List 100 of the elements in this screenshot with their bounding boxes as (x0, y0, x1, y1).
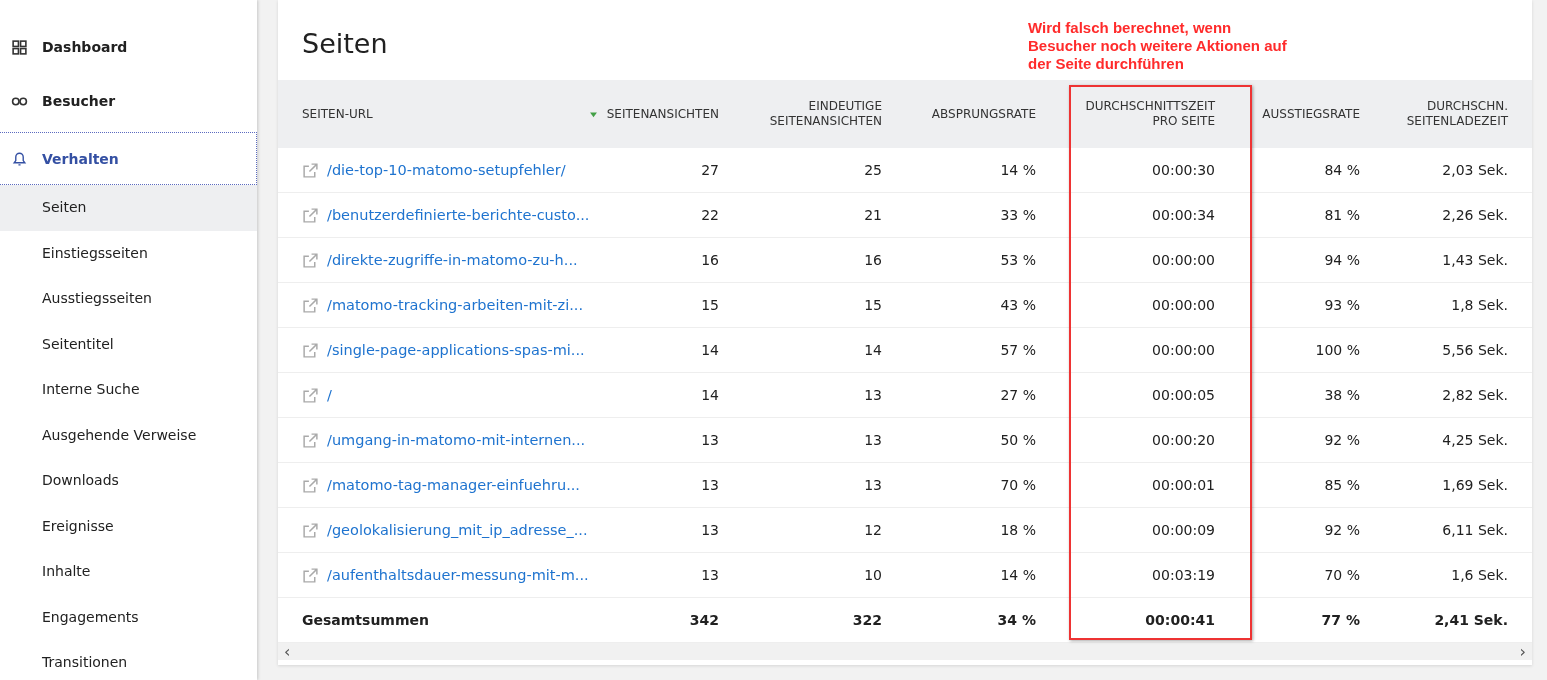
external-link-icon (302, 386, 319, 404)
nav-item[interactable]: Besucher (0, 78, 257, 124)
table-cell: 10 (735, 553, 898, 598)
page-link[interactable]: /umgang-in-matomo-mit-internen... (327, 432, 586, 448)
column-header[interactable]: AUSSTIEGSRATE (1231, 80, 1376, 148)
column-header[interactable]: EINDEUTIGE SEITENANSICHTEN (735, 80, 898, 148)
table-cell: 00:00:30 (1052, 148, 1231, 193)
table-cell: 14 (735, 328, 898, 373)
table-cell: 14 % (898, 553, 1052, 598)
external-link-icon (302, 341, 319, 359)
nav-item[interactable]: Dashboard (0, 24, 257, 70)
page-link[interactable]: /geolokalisierung_mit_ip_adresse_... (327, 522, 588, 538)
column-header[interactable]: SEITENANSICHTEN (590, 80, 735, 148)
table-cell: 6,11 Sek. (1376, 508, 1532, 553)
table-cell: 13 (590, 463, 735, 508)
table-cell: 70 % (1231, 553, 1376, 598)
page-link[interactable]: / (327, 387, 332, 403)
nav-subitem[interactable]: Seiten (0, 185, 257, 231)
bell-icon (11, 150, 28, 167)
external-link-icon (302, 476, 319, 494)
table-cell: 100 % (1231, 328, 1376, 373)
scroll-left-arrow[interactable]: ‹ (284, 643, 291, 660)
table-cell: 00:00:00 (1052, 283, 1231, 328)
nav-subitem[interactable]: Seitentitel (0, 321, 257, 367)
table-cell: 4,25 Sek. (1376, 418, 1532, 463)
grid-icon (11, 38, 28, 56)
table-cell: 43 % (898, 283, 1052, 328)
page-link[interactable]: /matomo-tracking-arbeiten-mit-zi... (327, 297, 584, 313)
table-cell: 16 (590, 238, 735, 283)
page-link[interactable]: /die-top-10-matomo-setupfehler/ (327, 162, 566, 178)
table-cell: 00:00:34 (1052, 193, 1231, 238)
table-cell: 93 % (1231, 283, 1376, 328)
table-cell: 00:00:09 (1052, 508, 1231, 553)
nav-subitem[interactable]: Transitionen (0, 640, 257, 680)
external-link-icon (302, 161, 319, 179)
table-cell: 13 (590, 508, 735, 553)
table-cell: 18 % (898, 508, 1052, 553)
column-header[interactable]: DURCHSCHNITTSZEIT PRO SEITE (1052, 80, 1231, 148)
table-cell: 2,03 Sek. (1376, 148, 1532, 193)
nav-subitem[interactable]: Engagements (0, 594, 257, 640)
nav-subitem[interactable]: Ausstiegsseiten (0, 276, 257, 322)
page-link[interactable]: /matomo-tag-manager-einfuehru... (327, 477, 580, 493)
table-cell: 1,6 Sek. (1376, 553, 1532, 598)
table-cell: 81 % (1231, 193, 1376, 238)
table-cell: 13 (590, 553, 735, 598)
table-cell: 27 % (898, 373, 1052, 418)
table-cell: 25 (735, 148, 898, 193)
table-cell: 92 % (1231, 508, 1376, 553)
table-cell: 16 (735, 238, 898, 283)
table-cell: 94 % (1231, 238, 1376, 283)
column-header[interactable]: DURCHSCHN. SEITENLADEZEIT (1376, 80, 1532, 148)
external-link-icon (302, 296, 319, 314)
table-cell: 84 % (1231, 148, 1376, 193)
horizontal-scrollbar[interactable]: ‹ › (278, 643, 1532, 660)
nav-subitem[interactable]: Interne Suche (0, 367, 257, 413)
column-header[interactable]: ABSPRUNGSRATE (898, 80, 1052, 148)
table-cell: 1,43 Sek. (1376, 238, 1532, 283)
table-cell: 50 % (898, 418, 1052, 463)
nav-subitem[interactable]: Ausgehende Verweise (0, 412, 257, 458)
table-cell: 53 % (898, 238, 1052, 283)
column-header[interactable]: SEITEN-URL (278, 80, 590, 148)
table-cell: 15 (735, 283, 898, 328)
report-title: Seiten (301, 27, 388, 59)
table-cell: 1,8 Sek. (1376, 283, 1532, 328)
nav-subitem[interactable]: Inhalte (0, 549, 257, 595)
page-link[interactable]: /direkte-zugriffe-in-matomo-zu-h... (327, 252, 578, 268)
nav-subitem[interactable]: Downloads (0, 458, 257, 504)
table-cell: 14 % (898, 148, 1052, 193)
table-cell: 5,56 Sek. (1376, 328, 1532, 373)
table-cell: 2,82 Sek. (1376, 373, 1532, 418)
table-cell: 15 (590, 283, 735, 328)
page-link[interactable]: /aufenthaltsdauer-messung-mit-m... (327, 567, 589, 583)
annotation-note: Wird falsch berechnet, wenn Besucher noch weitere Aktionen auf der Seite durchführen (1028, 19, 1288, 73)
table-cell: 57 % (898, 328, 1052, 373)
table-cell: 33 % (898, 193, 1052, 238)
table-cell: 2,26 Sek. (1376, 193, 1532, 238)
scroll-right-arrow[interactable]: › (1519, 643, 1526, 660)
table-cell: 00:03:19 (1052, 553, 1231, 598)
table-cell: 92 % (1231, 418, 1376, 463)
table-cell: 00:00:05 (1052, 373, 1231, 418)
table-cell: 1,69 Sek. (1376, 463, 1532, 508)
table-cell: 12 (735, 508, 898, 553)
table-cell: 00:00:01 (1052, 463, 1231, 508)
table-cell: 14 (590, 373, 735, 418)
table-cell: 13 (735, 418, 898, 463)
nav-subitem[interactable]: Einstiegsseiten (0, 230, 257, 276)
external-link-icon (302, 206, 319, 224)
external-link-icon (302, 431, 319, 449)
page-link[interactable]: /single-page-applications-spas-mi... (327, 342, 585, 358)
table-cell: 22 (590, 193, 735, 238)
table-cell: 00:00:20 (1052, 418, 1231, 463)
page-link[interactable]: /benutzerdefinierte-berichte-custo... (327, 207, 590, 223)
table-cell: 13 (735, 373, 898, 418)
table-cell: 13 (735, 463, 898, 508)
table-cell: 27 (590, 148, 735, 193)
table-cell: 21 (735, 193, 898, 238)
table-cell: 38 % (1231, 373, 1376, 418)
nav-subitem[interactable]: Ereignisse (0, 503, 257, 549)
table-cell: 13 (590, 418, 735, 463)
external-link-icon (302, 251, 319, 269)
